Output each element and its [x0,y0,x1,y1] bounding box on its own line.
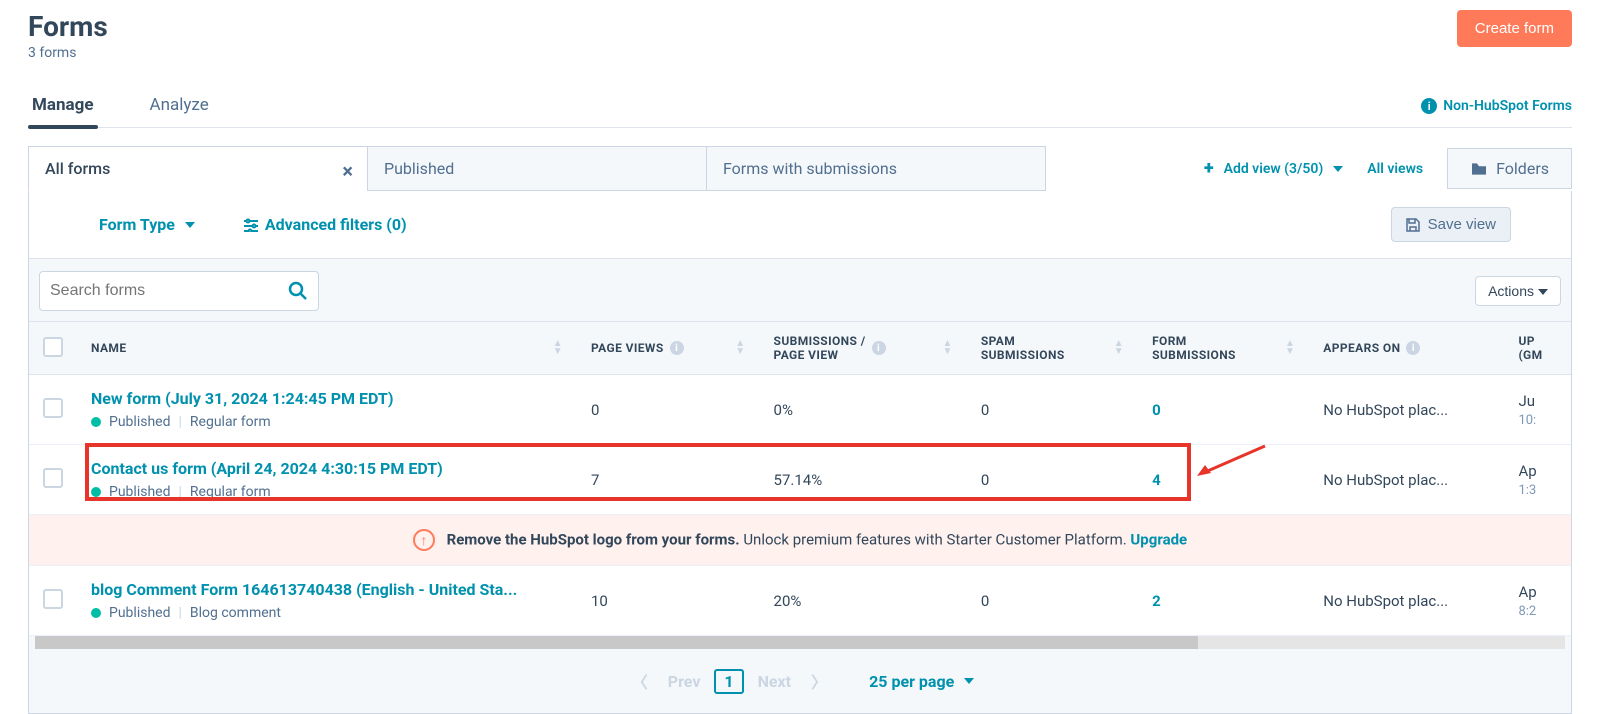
promo-banner: ↑ Remove the HubSpot logo from your form… [29,515,1571,566]
cell-form-subs[interactable]: 4 [1152,471,1161,489]
sort-icon[interactable]: ▲▼ [553,340,563,356]
status-badge: Published [109,605,170,621]
status-dot-icon [91,608,101,618]
sliders-icon [243,218,259,232]
view-tab-published[interactable]: Published [367,146,707,191]
view-tab-all-forms[interactable]: All forms × [28,146,368,191]
close-icon[interactable]: × [342,159,353,183]
status-badge: Published [109,414,170,430]
cell-spam: 0 [967,445,1138,515]
actions-label: Actions [1488,283,1534,299]
cell-form-subs[interactable]: 2 [1152,592,1161,610]
advanced-filters-label: Advanced filters (0) [265,215,407,234]
sort-icon[interactable]: ▲▼ [943,340,953,356]
status-dot-icon [91,487,101,497]
col-page-views[interactable]: PAGE VIEWS [591,341,664,355]
form-type-text: Regular form [190,414,271,430]
select-all-checkbox[interactable] [43,337,63,357]
tab-analyze[interactable]: Analyze [146,85,213,127]
upgrade-arrow-icon: ↑ [413,529,435,551]
pager-prev-button[interactable]: Prev [662,668,707,695]
add-view-label: Add view (3/50) [1224,161,1324,177]
row-checkbox[interactable] [43,589,63,609]
pager-current-page[interactable]: 1 [714,669,743,694]
tab-manage[interactable]: Manage [28,85,98,127]
cell-page-views: 10 [577,566,760,636]
col-form-subs[interactable]: FORM [1152,334,1187,348]
cell-page-views: 7 [577,445,760,515]
actions-dropdown[interactable]: Actions [1475,276,1561,306]
non-hubspot-forms-link[interactable]: i Non-HubSpot Forms [1421,98,1572,114]
col-updated[interactable]: UP [1518,334,1534,348]
form-name-link[interactable]: blog Comment Form 164613740438 (English … [91,580,563,599]
view-tab-with-submissions[interactable]: Forms with submissions [706,146,1046,191]
cell-spam: 0 [967,566,1138,636]
cell-subs-per-view: 0% [760,375,967,445]
pager-prev-arrow-icon[interactable]: 〈 [626,665,654,697]
search-input-wrapper[interactable] [39,271,319,311]
form-type-text: Regular form [190,484,271,500]
cell-appears-on: No HubSpot plac... [1309,566,1504,636]
cell-appears-on: No HubSpot plac... [1309,445,1504,515]
cell-appears-on: No HubSpot plac... [1309,375,1504,445]
sort-icon[interactable]: ▲▼ [735,340,745,356]
per-page-label: 25 per page [869,672,954,691]
sort-icon[interactable]: ▲▼ [1285,340,1295,356]
promo-text: Unlock premium features with Starter Cus… [740,531,1131,549]
cell-page-views: 0 [577,375,760,445]
info-icon[interactable]: i [872,341,886,355]
folders-label: Folders [1496,159,1549,178]
all-views-link[interactable]: All views [1367,161,1423,177]
info-icon[interactable]: i [1406,341,1420,355]
pager-next-arrow-icon[interactable]: 〉 [805,665,833,697]
form-name-link[interactable]: New form (July 31, 2024 1:24:45 PM EDT) [91,389,563,408]
page-title-block: Forms 3 forms [28,10,108,61]
folder-icon [1470,162,1488,176]
save-view-button[interactable]: Save view [1391,207,1511,242]
folders-button[interactable]: Folders [1447,148,1572,189]
pagination: 〈 Prev 1 Next 〉 25 per page [29,649,1571,713]
cell-spam: 0 [967,375,1138,445]
pager-next-button[interactable]: Next [752,668,797,695]
promo-bold-text: Remove the HubSpot logo from your forms. [447,531,740,549]
info-icon[interactable]: i [670,341,684,355]
cell-form-subs[interactable]: 0 [1152,401,1161,419]
form-type-text: Blog comment [190,605,281,621]
cell-subs-per-view: 20% [760,566,967,636]
table-row: New form (July 31, 2024 1:24:45 PM EDT) … [29,375,1571,445]
status-dot-icon [91,417,101,427]
col-appears-on[interactable]: APPEARS ON [1323,341,1400,355]
form-name-link[interactable]: Contact us form (April 24, 2024 4:30:15 … [91,459,563,478]
col-name[interactable]: NAME [91,341,127,355]
form-type-label: Form Type [99,215,175,234]
cell-subs-per-view: 57.14% [760,445,967,515]
per-page-dropdown[interactable]: 25 per page [869,672,974,691]
non-hubspot-label: Non-HubSpot Forms [1443,98,1572,114]
page-title: Forms [28,10,108,43]
create-form-button[interactable]: Create form [1457,10,1572,47]
row-checkbox[interactable] [43,468,63,488]
table-row: blog Comment Form 164613740438 (English … [29,566,1571,636]
save-view-label: Save view [1428,216,1496,233]
scrollbar-thumb[interactable] [35,636,1198,649]
upgrade-link[interactable]: Upgrade [1130,531,1187,549]
view-tab-label: All forms [45,159,110,178]
col-spam[interactable]: SPAM [981,334,1015,348]
table-row: Contact us form (April 24, 2024 4:30:15 … [29,445,1571,515]
page-subtitle: 3 forms [28,45,108,61]
sort-icon[interactable]: ▲▼ [1114,340,1124,356]
add-view-button[interactable]: Add view (3/50) [1204,158,1343,179]
status-badge: Published [109,484,170,500]
col-subs-per-view[interactable]: SUBMISSIONS / [774,334,866,348]
info-icon: i [1421,98,1437,114]
advanced-filters-button[interactable]: Advanced filters (0) [243,215,407,234]
forms-table: NAME▲▼ PAGE VIEWS i▲▼ SUBMISSIONS /PAGE … [29,321,1571,636]
form-type-filter[interactable]: Form Type [99,215,195,234]
search-input[interactable] [50,282,288,300]
search-icon [288,281,308,301]
row-checkbox[interactable] [43,398,63,418]
horizontal-scrollbar[interactable] [35,636,1565,649]
save-icon [1406,218,1420,232]
